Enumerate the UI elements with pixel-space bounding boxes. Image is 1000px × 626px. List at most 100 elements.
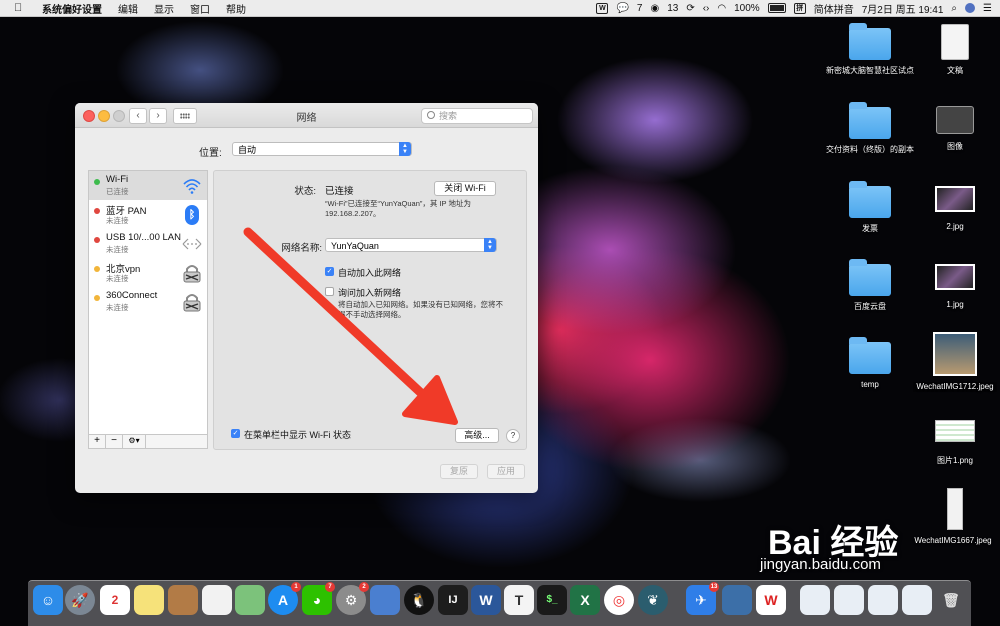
qq-status-icon[interactable]: ◉ [650, 3, 659, 14]
badge: 7 [325, 582, 335, 592]
turn-off-wifi-button[interactable]: 关闭 Wi-Fi [434, 181, 496, 196]
wechat-status-icon[interactable]: 💬 [616, 3, 628, 14]
status-value: 已连接 [325, 186, 354, 197]
add-service-button[interactable]: + [89, 435, 106, 448]
search-icon[interactable]: ⌕ [951, 3, 957, 14]
desktop-icon-label: 百度云盘 [854, 302, 886, 311]
contacts-icon[interactable] [168, 585, 198, 615]
system-preferences-icon[interactable]: ⚙ 2 [336, 582, 369, 615]
network-name-value: YunYaQuan [331, 241, 379, 251]
wechat-icon[interactable]: ◕ 7 [302, 582, 335, 615]
menu-edit[interactable]: 编辑 [118, 1, 138, 16]
maps-icon[interactable] [235, 585, 265, 615]
typora-icon[interactable]: T [504, 585, 534, 615]
desktop-image[interactable]: WechatIMG1667.jpeg [910, 488, 1000, 546]
input-method-label[interactable]: 简体拼音 [814, 1, 854, 16]
photos-icon[interactable] [722, 585, 752, 615]
input-method-icon[interactable]: 拼 [793, 2, 806, 14]
app-store-icon[interactable]: A1 [268, 582, 301, 615]
launchpad-icon[interactable]: 🚀 [65, 585, 95, 615]
menu-view[interactable]: 显示 [154, 1, 174, 16]
auto-join-checkbox[interactable]: ✓ [325, 267, 334, 276]
wps-icon[interactable]: W [756, 585, 786, 615]
preview-icon[interactable] [370, 585, 400, 615]
terminal-icon[interactable]: $_ [537, 585, 567, 615]
dock-window-thumbnail[interactable] [834, 585, 864, 615]
reminders-icon[interactable] [202, 585, 232, 615]
desktop-drive[interactable]: 图像 [910, 106, 1000, 152]
location-select[interactable]: 自动 ▲ ▼ [232, 142, 412, 156]
ask-join-checkbox[interactable] [325, 287, 334, 296]
desktop-document[interactable]: 文稿 [910, 24, 1000, 76]
desktop-icon-label: 新密城大脑智慧社区试点 [826, 66, 914, 75]
menu-window[interactable]: 窗口 [190, 1, 210, 16]
dock-window-thumbnail[interactable] [868, 585, 898, 615]
remove-service-button[interactable]: − [106, 435, 123, 448]
code-icon[interactable]: ‹› [703, 3, 710, 14]
sourcetree-icon[interactable]: ❦ [638, 585, 668, 615]
battery-icon[interactable] [767, 3, 786, 13]
service-item-bluetooth-pan[interactable]: 蓝牙 PAN 未连接 ᛒ [89, 200, 207, 229]
dock-window-thumbnail[interactable] [800, 585, 830, 615]
desktop-image[interactable]: 2.jpg [910, 186, 1000, 232]
desktop-image[interactable]: 1.jpg [910, 264, 1000, 310]
desktop-icon-label: 图片1.png [936, 456, 974, 465]
chrome-icon[interactable]: ◎ [604, 585, 634, 615]
service-item-usb-lan[interactable]: USB 10/...00 LAN 未连接 [89, 229, 207, 258]
network-name-select[interactable]: YunYaQuan ▲ ▼ [325, 238, 497, 252]
qq-icon[interactable]: 🐧 [404, 585, 434, 615]
sync-icon[interactable]: ⟳ [686, 3, 694, 14]
dingtalk-icon[interactable]: ✈ 13 [686, 582, 719, 615]
excel-icon[interactable]: X [570, 585, 600, 615]
desktop-image[interactable]: 图片1.png [910, 420, 1000, 466]
clock[interactable]: 7月2日 周五 19:41 [862, 1, 944, 16]
wps-status-icon[interactable]: W [596, 2, 609, 14]
apply-button[interactable]: 应用 [487, 464, 525, 479]
wechat-count: 7 [636, 2, 643, 14]
word-icon[interactable]: W [471, 585, 501, 615]
wifi-status-icon[interactable]: ◠ [717, 3, 726, 14]
app-menu[interactable]: 系统偏好设置 [42, 1, 102, 16]
folder-icon [849, 337, 891, 374]
desktop-image[interactable]: WechatIMG1712.jpeg [910, 332, 1000, 394]
search-field[interactable]: 搜索 [421, 108, 533, 124]
ethernet-icon [182, 238, 202, 250]
desktop-folder[interactable]: 百度云盘 [825, 259, 915, 312]
menu-help[interactable]: 帮助 [226, 1, 246, 16]
advanced-button[interactable]: 高级... [455, 428, 499, 443]
location-value: 自动 [238, 145, 257, 155]
desktop-icon-label: 2.jpg [946, 222, 964, 231]
badge: 2 [359, 582, 369, 592]
location-label: 位置: [199, 148, 222, 159]
bluetooth-icon: ᛒ [185, 205, 199, 225]
desktop-folder[interactable]: 新密城大脑智慧社区试点 [825, 23, 915, 76]
notification-center-icon[interactable]: ☰ [983, 3, 992, 14]
desktop-folder[interactable]: temp [825, 337, 915, 390]
revert-button[interactable]: 复原 [440, 464, 478, 479]
desktop-icon-label: 文稿 [947, 66, 963, 75]
intellij-icon[interactable]: IJ [438, 585, 468, 615]
ask-desc-line-1: 将自动加入已知网络。如果没有已知网络，您将不 [338, 300, 503, 309]
help-button[interactable]: ? [506, 429, 520, 443]
service-name: USB 10/...00 LAN [106, 232, 181, 243]
image-thumbnail [935, 186, 975, 212]
notes-icon[interactable] [134, 585, 164, 615]
service-item-wifi[interactable]: Wi-Fi 已连接 [89, 171, 207, 200]
desktop-icon-label: WechatIMG1712.jpeg [913, 382, 997, 392]
status-dot [94, 208, 100, 214]
image-thumbnail [935, 420, 975, 442]
status-desc-line-2: 192.168.2.207。 [325, 209, 381, 218]
show-wifi-menubar-checkbox[interactable]: ✓ [231, 429, 240, 438]
service-item-360connect[interactable]: 360Connect 未连接 [89, 287, 207, 316]
trash-icon[interactable]: 🗑 [936, 585, 966, 615]
finder-icon[interactable]: ☺ [33, 585, 63, 615]
calendar-icon[interactable]: 2 [100, 585, 130, 615]
user-avatar[interactable] [965, 3, 976, 13]
dock-window-thumbnail[interactable] [902, 585, 932, 615]
search-placeholder: 搜索 [439, 111, 458, 121]
service-item-beijing-vpn[interactable]: 北京vpn 未连接 [89, 258, 207, 287]
desktop-folder[interactable]: 发票 [825, 181, 915, 234]
gear-menu-button[interactable]: ⚙▾ [123, 435, 146, 448]
desktop-folder[interactable]: 交付资料（终版）的副本 [825, 102, 915, 155]
apple-menu-icon[interactable]:  [14, 3, 28, 14]
